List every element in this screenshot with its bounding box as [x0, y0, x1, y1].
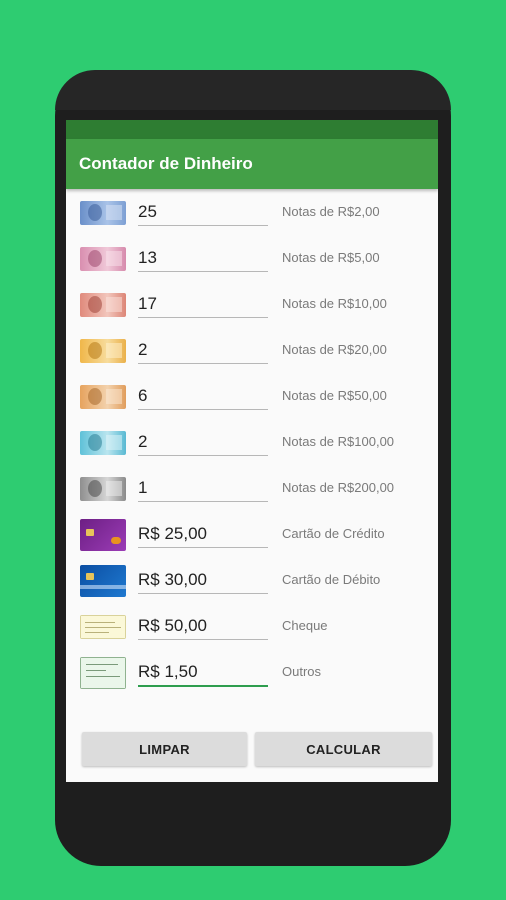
status-bar [66, 120, 438, 139]
row-debit-card: R$ 30,00 Cartão de Débito [66, 561, 438, 607]
label-debit-card: Cartão de Débito [282, 572, 381, 587]
quantity-input-notes-5[interactable]: 13 [138, 245, 268, 272]
quantity-input-notes-50[interactable]: 6 [138, 383, 268, 410]
row-notes-20: 2 Notas de R$20,00 [66, 331, 438, 377]
label-notes-2: Notas de R$2,00 [282, 204, 380, 219]
row-notes-10: 17 Notas de R$10,00 [66, 285, 438, 331]
label-notes-100: Notas de R$100,00 [282, 434, 395, 449]
quantity-input-notes-10[interactable]: 17 [138, 291, 268, 318]
quantity-input-notes-200[interactable]: 1 [138, 475, 268, 502]
row-notes-100: 2 Notas de R$100,00 [66, 423, 438, 469]
calculate-button[interactable]: CALCULAR [255, 732, 432, 766]
label-notes-50: Notas de R$50,00 [282, 388, 387, 403]
cheque-icon [80, 615, 126, 639]
app-bar: Contador de Dinheiro [66, 139, 438, 189]
label-credit-card: Cartão de Crédito [282, 526, 385, 541]
quantity-input-notes-100[interactable]: 2 [138, 429, 268, 456]
amount-list: 25 Notas de R$2,00 13 Notas de R$5,00 17… [66, 189, 438, 699]
quantity-input-notes-20[interactable]: 2 [138, 337, 268, 364]
debit-card-icon [80, 565, 126, 597]
amount-input-cheque[interactable]: R$ 50,00 [138, 613, 268, 640]
app-title: Contador de Dinheiro [79, 154, 253, 173]
label-notes-10: Notas de R$10,00 [282, 296, 387, 311]
row-cheque: R$ 50,00 Cheque [66, 607, 438, 653]
brl-200-banknote-icon [80, 477, 126, 501]
quantity-input-notes-2[interactable]: 25 [138, 199, 268, 226]
label-others: Outros [282, 664, 322, 679]
brl-10-banknote-icon [80, 293, 126, 317]
row-notes-2: 25 Notas de R$2,00 [66, 193, 438, 239]
credit-card-icon [80, 519, 126, 551]
row-notes-200: 1 Notas de R$200,00 [66, 469, 438, 515]
row-others: R$ 1,50 Outros [66, 653, 438, 699]
label-notes-5: Notas de R$5,00 [282, 250, 380, 265]
brl-50-banknote-icon [80, 385, 126, 409]
amount-input-credit-card[interactable]: R$ 25,00 [138, 521, 268, 548]
other-payment-icon [80, 657, 126, 689]
phone-bezel [55, 70, 451, 110]
row-notes-50: 6 Notas de R$50,00 [66, 377, 438, 423]
amount-input-others[interactable]: R$ 1,50 [138, 659, 268, 687]
action-bar: LIMPAR CALCULAR [66, 730, 438, 770]
label-notes-20: Notas de R$20,00 [282, 342, 387, 357]
brl-20-banknote-icon [80, 339, 126, 363]
brl-5-banknote-icon [80, 247, 126, 271]
amount-input-debit-card[interactable]: R$ 30,00 [138, 567, 268, 594]
label-notes-200: Notas de R$200,00 [282, 480, 395, 495]
brl-100-banknote-icon [80, 431, 126, 455]
label-cheque: Cheque [282, 618, 328, 633]
brl-2-banknote-icon [80, 201, 126, 225]
app-screen: Contador de Dinheiro 25 Notas de R$2,00 … [66, 120, 438, 782]
row-notes-5: 13 Notas de R$5,00 [66, 239, 438, 285]
clear-button[interactable]: LIMPAR [82, 732, 247, 766]
row-credit-card: R$ 25,00 Cartão de Crédito [66, 515, 438, 561]
